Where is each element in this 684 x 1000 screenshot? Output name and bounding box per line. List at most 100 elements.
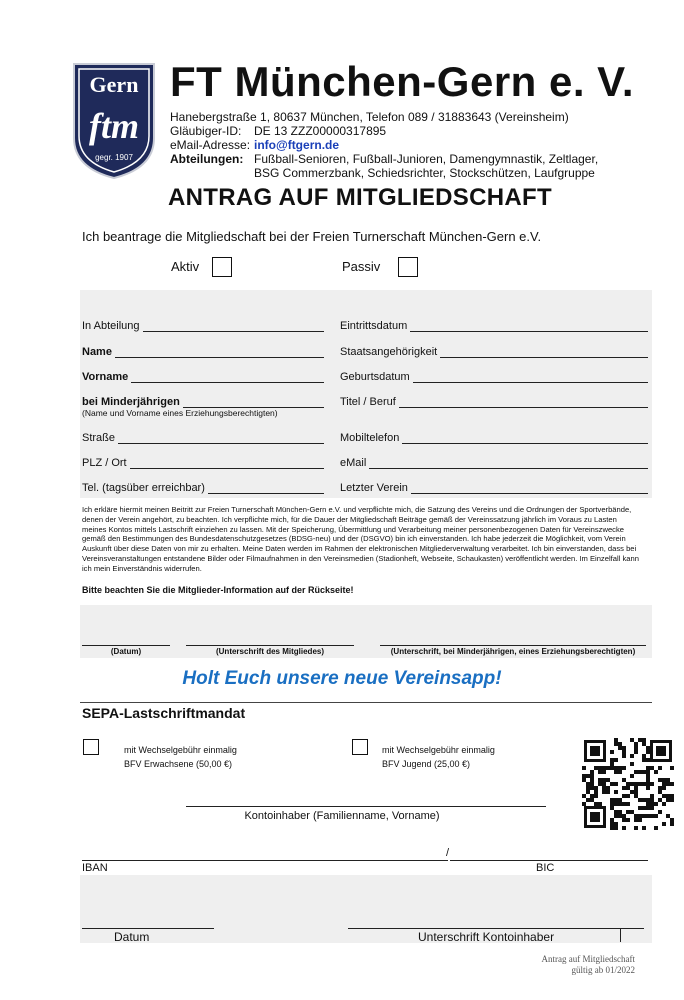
abteilung-label: In Abteilung <box>82 320 140 332</box>
geburt-line <box>412 372 648 383</box>
creditor-id-value: DE 13 ZZZ00000317895 <box>254 124 387 138</box>
form-heading: ANTRAG AUF MITGLIEDSCHAFT <box>168 184 552 211</box>
departments-row: Abteilungen: Fußball-Senioren, Fußball-Ju… <box>170 152 598 180</box>
titel-label: Titel / Beruf <box>340 396 396 408</box>
mandate-sign-label: Unterschrift Kontoinhaber <box>418 930 555 944</box>
club-contact-block: Hanebergstraße 1, 80637 München, Telefon… <box>170 110 598 180</box>
account-holder-label: Kontoinhaber (Familienname, Vorname) <box>244 810 440 822</box>
logo-year-text: gegr. 1907 <box>95 153 133 162</box>
bic-label: BIC <box>536 862 555 874</box>
mandate-date-line[interactable] <box>82 928 214 929</box>
geburt-label: Geburtsdatum <box>340 371 410 383</box>
date-sign-line[interactable] <box>82 645 170 646</box>
staat-line <box>440 347 648 358</box>
verein-line <box>410 483 648 494</box>
strasse-label: Straße <box>82 432 116 444</box>
guardian-note: (Name und Vorname eines Erziehungsberech… <box>82 408 278 418</box>
plz-field[interactable]: PLZ / Ort <box>82 457 324 469</box>
titel-line <box>398 397 648 408</box>
mobil-line <box>402 433 648 444</box>
logo-ftm-text: ftm <box>89 106 139 146</box>
guardian-label: bei Minderjährigen <box>82 396 180 408</box>
form-version-footer: Antrag auf Mitgliedschaft gültig ab 01/20… <box>500 954 635 976</box>
geburt-field[interactable]: Geburtsdatum <box>340 371 648 383</box>
date-sign-label: (Datum) <box>110 647 142 656</box>
mandate-sign-endmark <box>620 928 621 942</box>
mandate-date-label: Datum <box>114 930 150 944</box>
plz-line <box>129 458 324 469</box>
bic-line[interactable] <box>450 860 648 861</box>
logo-gern-text: Gern <box>90 72 139 97</box>
name-line <box>114 347 324 358</box>
abteilung-line <box>142 321 324 332</box>
option-adult-text: mit Wechselgebühr einmalig BFV Erwachsene… <box>124 743 237 771</box>
app-banner: Holt Euch unsere neue Vereinsapp! <box>182 668 502 689</box>
staat-label: Staatsangehörigkeit <box>340 346 438 358</box>
passiv-checkbox[interactable] <box>398 257 418 277</box>
eintritt-label: Eintrittsdatum <box>340 320 408 332</box>
staat-field[interactable]: Staatsangehörigkeit <box>340 346 648 358</box>
option-adult-line-2: BFV Erwachsene (50,00 €) <box>124 759 233 769</box>
declaration-text: Ich erkläre hiermit meinen Beitritt zur … <box>82 505 639 573</box>
strasse-line <box>118 433 324 444</box>
iban-line[interactable] <box>82 860 448 861</box>
name-field[interactable]: Name <box>82 346 324 358</box>
guardian-field[interactable]: bei Minderjährigen <box>82 396 324 408</box>
email-row: eMail-Adresse: info@ftgern.de <box>170 138 598 152</box>
footer-line-1: Antrag auf Mitgliedschaft <box>541 954 635 964</box>
eintritt-field[interactable]: Eintrittsdatum <box>340 320 648 332</box>
email-field-label: eMail <box>340 457 367 469</box>
creditor-id-label: Gläubiger-ID: <box>170 124 242 138</box>
account-holder-line[interactable] <box>186 806 546 807</box>
option-youth-line-2: BFV Jugend (25,00 €) <box>382 759 471 769</box>
vorname-field[interactable]: Vorname <box>82 371 324 383</box>
email-link[interactable]: info@ftgern.de <box>254 138 339 152</box>
creditor-id-row: Gläubiger-ID: DE 13 ZZZ00000317895 <box>170 124 598 138</box>
option-adult-line-1: mit Wechselgebühr einmalig <box>124 745 237 755</box>
option-youth-line-1: mit Wechselgebühr einmalig <box>382 745 495 755</box>
plz-label: PLZ / Ort <box>82 457 127 469</box>
tel-line <box>207 483 324 494</box>
option-adult-checkbox[interactable] <box>83 739 99 755</box>
mobil-field[interactable]: Mobiltelefon <box>340 432 648 444</box>
verein-label: Letzter Verein <box>340 482 408 494</box>
aktiv-label: Aktiv <box>171 259 200 274</box>
club-title: FT München-Gern e. V. <box>170 58 635 105</box>
option-youth-checkbox[interactable] <box>352 739 368 755</box>
option-youth-text: mit Wechselgebühr einmalig BFV Jugend (25… <box>382 743 495 771</box>
member-sign-line[interactable] <box>186 645 354 646</box>
passiv-label: Passiv <box>342 259 381 274</box>
email-field[interactable]: eMail <box>340 457 648 469</box>
member-sign-label: (Unterschrift des Mitgliedes) <box>215 647 324 656</box>
strasse-field[interactable]: Straße <box>82 432 324 444</box>
tel-label: Tel. (tagsüber erreichbar) <box>82 482 205 494</box>
departments-label: Abteilungen: <box>170 152 244 166</box>
iban-label: IBAN <box>82 862 108 874</box>
club-address: Hanebergstraße 1, 80637 München, Telefon… <box>170 110 569 124</box>
vorname-label: Vorname <box>82 371 129 383</box>
tel-field[interactable]: Tel. (tagsüber erreichbar) <box>82 482 324 494</box>
abteilung-field[interactable]: In Abteilung <box>82 320 324 332</box>
mandate-signature-area <box>80 875 652 943</box>
guardian-sign-label: (Unterschrift, bei Minderjährigen, eines… <box>390 647 636 656</box>
guardian-line <box>182 397 324 408</box>
departments-line-1: Fußball-Senioren, Fußball-Junioren, Dame… <box>254 152 599 166</box>
backside-hint: Bitte beachten Sie die Mitglieder-Inform… <box>82 585 354 595</box>
name-label: Name <box>82 346 112 358</box>
club-logo: Gern ftm gegr. 1907 <box>73 63 155 180</box>
guardian-sign-line[interactable] <box>380 645 646 646</box>
email-label: eMail-Adresse: <box>170 138 251 152</box>
titel-field[interactable]: Titel / Beruf <box>340 396 648 408</box>
eintritt-line <box>410 321 648 332</box>
mobil-label: Mobiltelefon <box>340 432 400 444</box>
mandate-sign-line[interactable] <box>348 928 644 929</box>
departments-line-2: BSG Commerzbank, Schiedsrichter, Stocksc… <box>254 166 595 180</box>
section-divider <box>80 702 652 703</box>
footer-line-2: gültig ab 01/2022 <box>571 965 636 975</box>
email-field-line <box>369 458 648 469</box>
verein-field[interactable]: Letzter Verein <box>340 482 648 494</box>
iban-bic-separator: / <box>446 847 450 859</box>
vorname-line <box>131 372 324 383</box>
sepa-heading: SEPA-Lastschriftmandat <box>82 705 246 721</box>
aktiv-checkbox[interactable] <box>212 257 232 277</box>
